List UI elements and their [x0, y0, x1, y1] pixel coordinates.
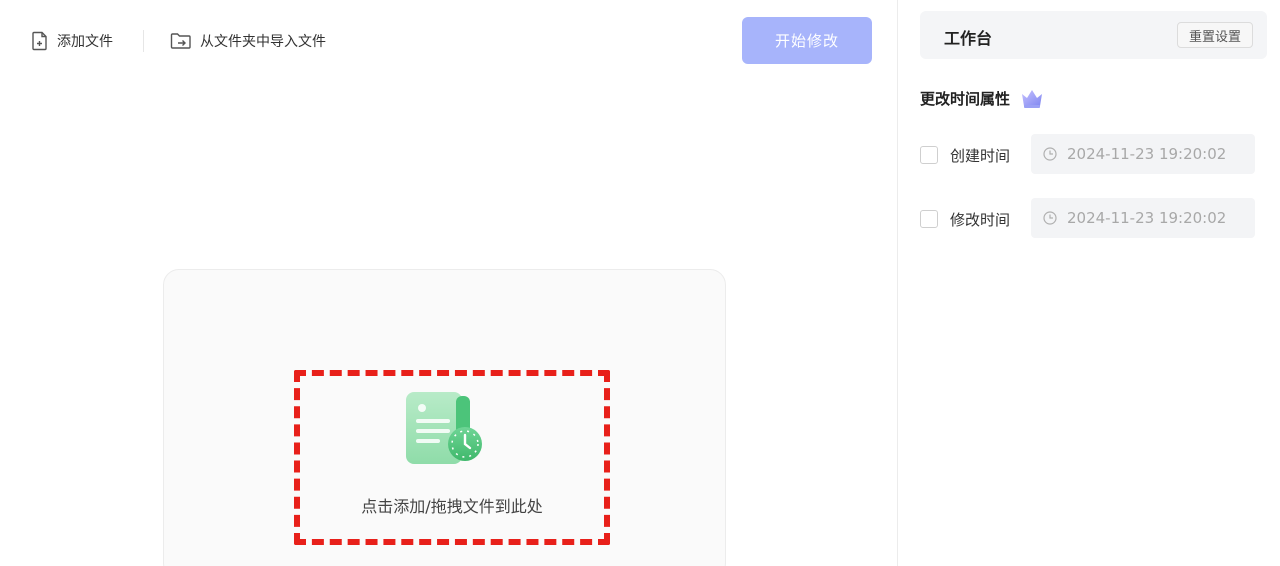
main-area: 添加文件 从文件夹中导入文件 开始修改 点击添加/拖拽文件到此处 [0, 0, 897, 566]
section-title-label: 更改时间属性 [920, 89, 1011, 108]
file-add-icon [31, 31, 49, 51]
panel-title: 工作台 [944, 29, 993, 48]
create-time-row: 创建时间 2024-11-23 19:20:02 [920, 134, 1260, 174]
add-file-button[interactable]: 添加文件 [31, 28, 113, 54]
crown-icon [1018, 86, 1046, 110]
create-time-label: 创建时间 [950, 147, 1011, 165]
import-folder-label: 从文件夹中导入文件 [200, 34, 326, 50]
modify-time-checkbox[interactable] [920, 210, 938, 228]
modify-time-row: 修改时间 2024-11-23 19:20:02 [920, 198, 1260, 238]
add-file-label: 添加文件 [57, 34, 113, 50]
modify-time-value: 2024-11-23 19:20:02 [1067, 209, 1227, 227]
clock-icon [1043, 211, 1057, 225]
modify-time-label: 修改时间 [950, 211, 1011, 229]
create-time-picker[interactable]: 2024-11-23 19:20:02 [1031, 134, 1255, 174]
modify-time-picker[interactable]: 2024-11-23 19:20:02 [1031, 198, 1255, 238]
create-time-value: 2024-11-23 19:20:02 [1067, 145, 1227, 163]
start-modify-button[interactable]: 开始修改 [742, 17, 872, 64]
panel-header: 工作台 重置设置 [920, 11, 1267, 59]
workbench-panel: 工作台 重置设置 更改时间属性 创建时间 2024-11-23 19:20:02… [898, 0, 1280, 566]
folder-import-icon [170, 32, 192, 50]
document-clock-icon [402, 386, 488, 470]
drop-zone-label: 点击添加/拖拽文件到此处 [361, 497, 543, 516]
section-title: 更改时间属性 [920, 86, 1046, 110]
toolbar-divider [143, 30, 144, 52]
toolbar: 添加文件 从文件夹中导入文件 开始修改 [0, 0, 897, 80]
import-folder-button[interactable]: 从文件夹中导入文件 [170, 28, 326, 54]
create-time-checkbox[interactable] [920, 146, 938, 164]
reset-settings-button[interactable]: 重置设置 [1177, 22, 1253, 48]
clock-icon [1043, 147, 1057, 161]
app-window: 添加文件 从文件夹中导入文件 开始修改 点击添加/拖拽文件到此处 工作台 重置设… [0, 0, 1280, 566]
